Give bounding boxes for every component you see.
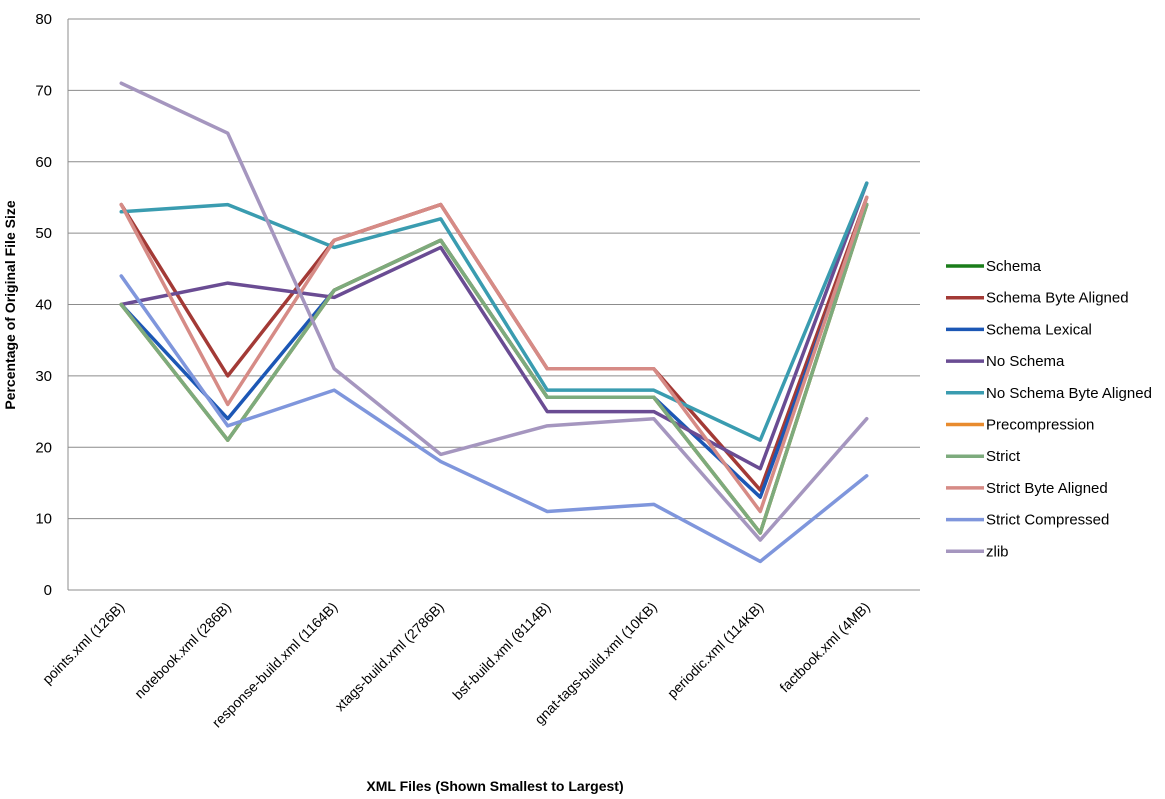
legend-label: No Schema xyxy=(986,353,1065,370)
legend-item: No Schema xyxy=(946,353,1065,370)
x-tick-label: response-build.xml (1164B) xyxy=(209,599,341,731)
x-tick-label: xtags-build.xml (2786B) xyxy=(332,599,447,714)
y-tick-label: 10 xyxy=(35,511,52,528)
x-tick-label: points.xml (126B) xyxy=(39,599,127,687)
legend-label: Precompression xyxy=(986,417,1094,434)
legend-label: Schema Lexical xyxy=(986,321,1092,338)
series-line-no-schema-byte-aligned xyxy=(119,181,869,442)
legend-item: Schema xyxy=(946,258,1042,275)
y-tick-label: 40 xyxy=(35,297,52,314)
x-tick-label: periodic.xml (114KB) xyxy=(664,599,766,701)
y-tick-label: 50 xyxy=(35,225,52,242)
legend-label: Strict Compressed xyxy=(986,512,1109,529)
legend-label: zlib xyxy=(986,543,1009,560)
x-axis-title: XML Files (Shown Smallest to Largest) xyxy=(366,778,623,794)
series-line-schema-byte-aligned xyxy=(119,195,869,492)
series-line-schema-lexical xyxy=(119,202,869,499)
x-tick-label: factbook.xml (4MB) xyxy=(776,599,873,696)
y-tick-label: 80 xyxy=(35,11,52,28)
legend-item: Schema Byte Aligned xyxy=(946,290,1129,307)
legend-item: Strict Byte Aligned xyxy=(946,480,1108,497)
series-lines xyxy=(119,81,869,564)
legend-item: Strict Compressed xyxy=(946,512,1109,529)
legend-label: Strict xyxy=(986,448,1021,465)
legend-label: Schema xyxy=(986,258,1042,275)
line-chart: 0 10 20 30 40 50 60 70 80 points.xml (126B) noteb… xyxy=(2,11,1152,794)
legend-label: Schema Byte Aligned xyxy=(986,290,1129,307)
y-tick-label: 60 xyxy=(35,154,52,171)
y-tick-label: 30 xyxy=(35,368,52,385)
x-tick-label: bsf-build.xml (8114B) xyxy=(449,599,553,703)
legend-item: No Schema Byte Aligned xyxy=(946,385,1152,402)
legend: Schema Schema Byte Aligned Schema Lexical N… xyxy=(946,258,1152,560)
x-tick-label: gnat-tags-build.xml (10KB) xyxy=(531,599,660,728)
legend-item: zlib xyxy=(946,543,1009,560)
x-axis-ticks: points.xml (126B) notebook.xml (286B)resp… xyxy=(39,599,873,731)
legend-item: Schema Lexical xyxy=(946,321,1092,338)
legend-item: Strict xyxy=(946,448,1021,465)
y-axis-title: Percentage of Original File Size xyxy=(2,200,18,409)
y-tick-label: 20 xyxy=(35,439,52,456)
legend-label: Strict Byte Aligned xyxy=(986,480,1108,497)
series-line-zlib xyxy=(119,81,869,542)
y-tick-label: 70 xyxy=(35,82,52,99)
x-tick-label: notebook.xml (286B) xyxy=(131,599,234,702)
legend-label: No Schema Byte Aligned xyxy=(986,385,1152,402)
legend-item: Precompression xyxy=(946,417,1094,434)
y-axis-ticks: 0 10 20 30 40 50 60 70 80 xyxy=(35,11,52,599)
y-tick-label: 0 xyxy=(44,582,52,599)
